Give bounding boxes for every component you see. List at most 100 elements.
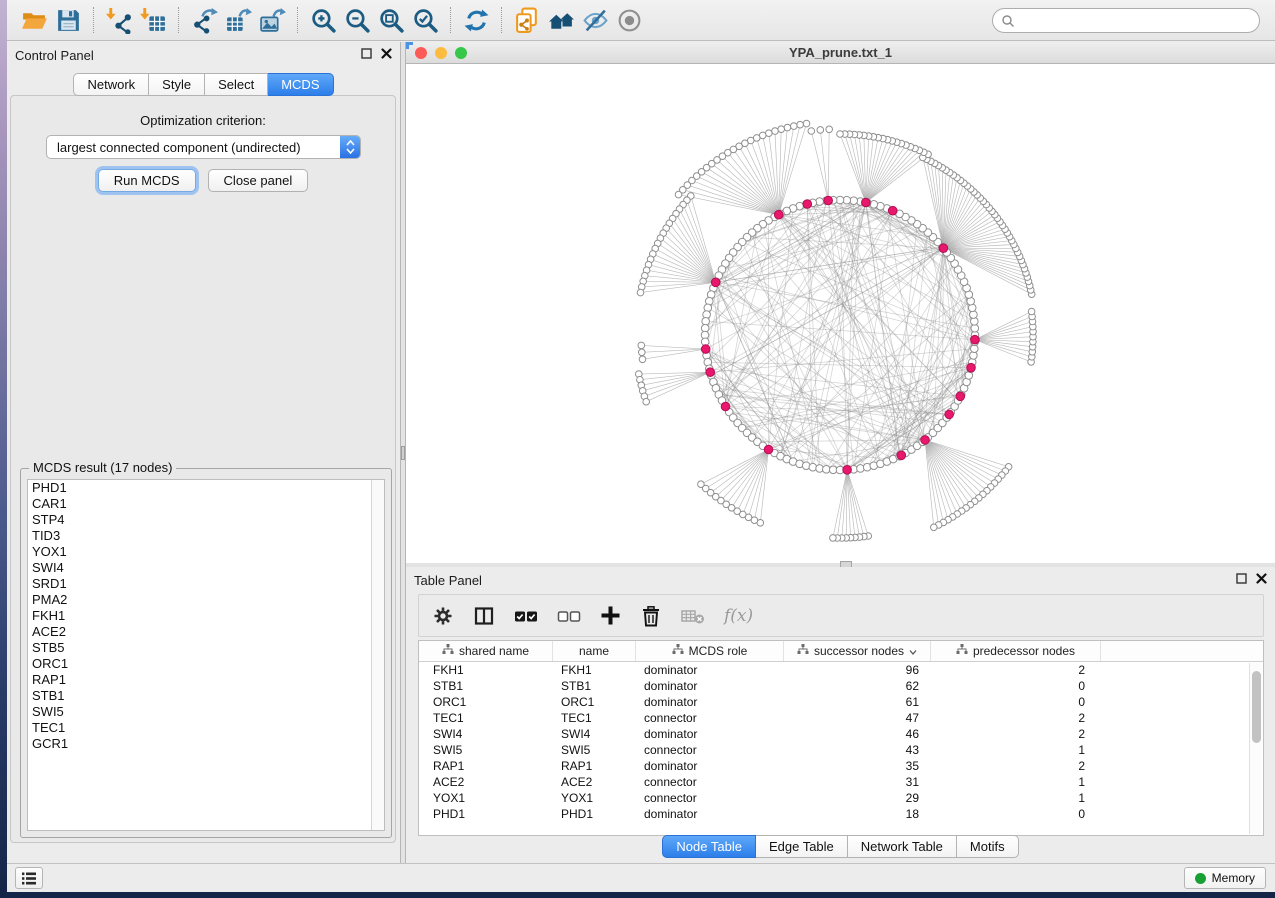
mcds-result-item[interactable]: TID3 [28, 528, 384, 544]
import-table-icon[interactable] [136, 3, 170, 37]
mcds-result-item[interactable]: RAP1 [28, 672, 384, 688]
mcds-list-scrollbar[interactable] [371, 480, 384, 830]
show-graphics-icon[interactable] [612, 3, 646, 37]
task-history-button[interactable] [15, 867, 43, 889]
select-all-icon[interactable] [514, 609, 538, 623]
delete-column-icon[interactable] [640, 605, 662, 627]
mcds-result-item[interactable]: ORC1 [28, 656, 384, 672]
mcds-result-item[interactable]: YOX1 [28, 544, 384, 560]
table-row[interactable]: ACE2ACE2connector311 [419, 774, 1263, 790]
cell-mcds-role: dominator [636, 759, 784, 773]
cell-shared-name: ORC1 [419, 695, 553, 709]
tab-select[interactable]: Select [205, 73, 268, 96]
export-table-icon[interactable] [221, 3, 255, 37]
zoom-selected-icon[interactable] [408, 3, 442, 37]
table-row[interactable]: YOX1YOX1connector291 [419, 790, 1263, 806]
table-row[interactable]: ORC1ORC1dominator610 [419, 694, 1263, 710]
network-overview-icon[interactable] [544, 3, 578, 37]
column-header-successor-nodes[interactable]: successor nodes [784, 641, 931, 661]
mcds-result-item[interactable]: GCR1 [28, 736, 384, 752]
network-canvas[interactable] [406, 64, 1275, 563]
export-network-icon[interactable] [187, 3, 221, 37]
delete-table-icon[interactable] [681, 607, 705, 625]
tab-edge-table[interactable]: Edge Table [756, 835, 848, 858]
close-panel-icon[interactable] [1256, 573, 1267, 584]
zoom-in-icon[interactable] [306, 3, 340, 37]
deselect-all-icon[interactable] [557, 609, 581, 623]
export-image-icon[interactable] [255, 3, 289, 37]
table-row[interactable]: STB1STB1dominator620 [419, 678, 1263, 694]
table-row[interactable]: SWI5SWI5connector431 [419, 742, 1263, 758]
import-network-icon[interactable] [102, 3, 136, 37]
column-header-name[interactable]: name [553, 641, 636, 661]
mcds-result-item[interactable]: PMA2 [28, 592, 384, 608]
mcds-result-item[interactable]: SWI4 [28, 560, 384, 576]
function-builder-icon[interactable]: f(x) [724, 606, 753, 626]
tab-network-table[interactable]: Network Table [848, 835, 957, 858]
column-header-shared-name[interactable]: shared name [419, 641, 553, 661]
mcds-result-item[interactable]: CAR1 [28, 496, 384, 512]
mcds-result-item[interactable]: STP4 [28, 512, 384, 528]
columns-icon[interactable] [473, 605, 495, 627]
save-session-icon[interactable] [51, 3, 85, 37]
cell-name: TEC1 [553, 711, 636, 725]
search-input[interactable] [1015, 14, 1251, 28]
search-box [992, 8, 1260, 33]
mcds-result-item[interactable]: FKH1 [28, 608, 384, 624]
tab-style[interactable]: Style [149, 73, 205, 96]
mcds-result-item[interactable]: STB1 [28, 688, 384, 704]
add-column-icon[interactable] [600, 605, 621, 626]
session-network-icon[interactable] [510, 3, 544, 37]
cell-mcds-role: connector [636, 711, 784, 725]
tab-motifs[interactable]: Motifs [957, 835, 1019, 858]
close-panel-icon[interactable] [381, 48, 392, 59]
run-mcds-button[interactable]: Run MCDS [98, 169, 196, 192]
close-panel-button[interactable]: Close panel [208, 169, 309, 192]
zoom-out-icon[interactable] [340, 3, 374, 37]
cell-predecessor-nodes: 1 [931, 775, 1101, 789]
table-panel: Table Panel [406, 567, 1275, 863]
splitter-grip[interactable] [401, 446, 405, 460]
column-header-MCDS-role[interactable]: MCDS role [636, 641, 784, 661]
tab-network[interactable]: Network [73, 73, 149, 96]
table-row[interactable]: PHD1PHD1dominator180 [419, 806, 1263, 822]
table-row[interactable]: SWI4SWI4dominator462 [419, 726, 1263, 742]
cell-name: SWI4 [553, 727, 636, 741]
mcds-result-item[interactable]: ACE2 [28, 624, 384, 640]
float-panel-icon[interactable] [361, 48, 372, 59]
mcds-result-item[interactable]: TEC1 [28, 720, 384, 736]
close-window-icon[interactable] [415, 47, 427, 59]
table-header-row: shared namenameMCDS rolesuccessor nodesp… [419, 641, 1263, 662]
dropdown-stepper-icon [340, 136, 360, 158]
table-tabs: Node TableEdge TableNetwork TableMotifs [406, 835, 1275, 858]
scrollbar-thumb[interactable] [1252, 671, 1261, 743]
tab-node-table[interactable]: Node Table [662, 835, 756, 858]
mcds-result-list[interactable]: PHD1CAR1STP4TID3YOX1SWI4SRD1PMA2FKH1ACE2… [27, 479, 385, 831]
mcds-result-item[interactable]: SWI5 [28, 704, 384, 720]
column-header-predecessor-nodes[interactable]: predecessor nodes [931, 641, 1101, 661]
table-panel-title: Table Panel [414, 573, 482, 588]
control-panel: Control Panel NetworkStyleSelectMCDS Opt… [7, 42, 400, 863]
table-row[interactable]: RAP1RAP1dominator352 [419, 758, 1263, 774]
minimize-window-icon[interactable] [435, 47, 447, 59]
cell-shared-name: SWI5 [419, 743, 553, 757]
mcds-result-item[interactable]: STB5 [28, 640, 384, 656]
optimization-criterion-dropdown[interactable]: largest connected component (undirected) [46, 135, 361, 159]
table-row[interactable]: FKH1FKH1dominator962 [419, 662, 1263, 678]
mcds-result-item[interactable]: PHD1 [28, 480, 384, 496]
memory-button[interactable]: Memory [1184, 867, 1266, 889]
network-view-titlebar[interactable]: YPA_prune.txt_1 [406, 42, 1275, 64]
table-scrollbar[interactable] [1249, 663, 1262, 834]
table-row[interactable]: TEC1TEC1connector472 [419, 710, 1263, 726]
search-icon [1001, 14, 1015, 28]
open-file-icon[interactable] [17, 3, 51, 37]
maximize-window-icon[interactable] [455, 47, 467, 59]
float-panel-icon[interactable] [1236, 573, 1247, 584]
table-settings-icon[interactable] [432, 605, 454, 627]
refresh-layout-icon[interactable] [459, 3, 493, 37]
mcds-result-item[interactable]: SRD1 [28, 576, 384, 592]
hide-graphics-icon[interactable] [578, 3, 612, 37]
tab-mcds[interactable]: MCDS [268, 73, 333, 96]
cell-predecessor-nodes: 0 [931, 807, 1101, 821]
zoom-fit-icon[interactable] [374, 3, 408, 37]
